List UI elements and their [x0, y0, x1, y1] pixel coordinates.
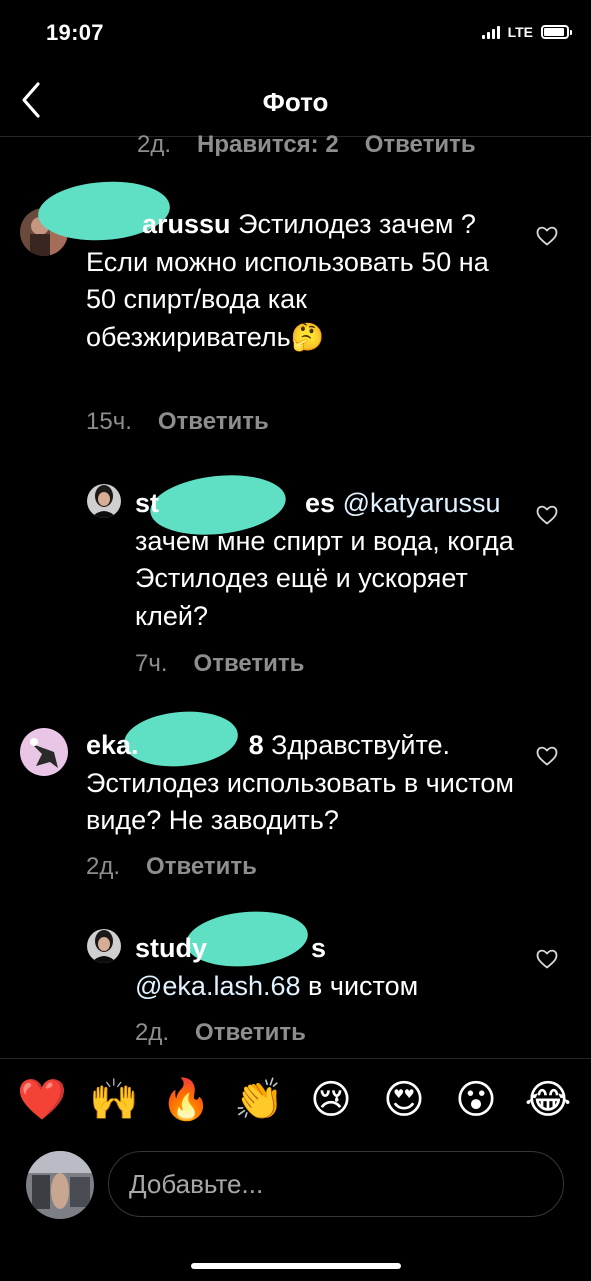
mention-link[interactable]: @katyarussu: [343, 488, 501, 518]
comment-username[interactable]: study: [135, 933, 207, 963]
comment-time: 2д.: [137, 131, 172, 156]
likes-count[interactable]: Нравится: 2: [197, 131, 339, 156]
emoji-clapping-hands[interactable]: 👏: [234, 1075, 284, 1125]
status-bar: 19:07 LTE: [0, 0, 591, 70]
comment-meta: 2д. Ответить: [135, 1019, 306, 1047]
previous-comment-meta: 2д. Нравится: 2 Ответить: [137, 128, 476, 156]
signal-icon: [481, 25, 500, 39]
current-user-avatar: [26, 1151, 94, 1219]
reply-button[interactable]: Ответить: [365, 131, 476, 156]
emoji-raising-hands[interactable]: 🙌: [89, 1075, 139, 1125]
status-indicators: LTE: [481, 24, 572, 40]
comment-text: eka. 8 Здравствуйте. Эстилодез использова…: [86, 727, 516, 840]
page-title: Фото: [262, 87, 329, 117]
comment-meta: 2д. Ответить: [86, 853, 257, 881]
comment-input[interactable]: [108, 1151, 564, 1217]
reply-button[interactable]: Ответить: [146, 853, 257, 880]
avatar[interactable]: [20, 728, 68, 776]
comment-body: Здравствуйте. Эстилодез использовать в ч…: [86, 730, 514, 835]
like-button[interactable]: [535, 744, 559, 768]
battery-icon: [541, 25, 572, 39]
emoji-crying-face[interactable]: 😢: [306, 1075, 356, 1125]
home-indicator: [191, 1263, 401, 1269]
comment-text: arussu Эстилодез зачем ? Если можно испо…: [86, 206, 516, 356]
avatar[interactable]: [87, 929, 121, 963]
avatar[interactable]: [87, 484, 121, 518]
comment-username-end[interactable]: es: [305, 488, 335, 518]
comment-meta: 7ч. Ответить: [135, 650, 304, 678]
comment-username-end[interactable]: 8: [249, 730, 264, 760]
mention-link[interactable]: @eka.lash.68: [135, 971, 301, 1001]
comment-username[interactable]: st: [135, 488, 159, 518]
heart-icon: [536, 226, 558, 246]
comment-body: зачем мне спирт и вода, когда Эстилодез …: [135, 525, 514, 631]
network-type: LTE: [507, 24, 533, 40]
emoji-fire[interactable]: 🔥: [161, 1075, 211, 1125]
reply-button[interactable]: Ответить: [194, 650, 305, 677]
reply-button[interactable]: Ответить: [158, 408, 269, 435]
heart-icon: [536, 949, 558, 969]
quick-reactions: ❤️ 🙌 🔥 👏 😢 😍 😮 😂: [0, 1075, 591, 1131]
comment-meta: 15ч. Ответить: [86, 408, 269, 436]
heart-icon: [536, 746, 558, 766]
emoji-heart-eyes[interactable]: 😍: [379, 1075, 429, 1125]
emoji-surprised-face[interactable]: 😮: [451, 1075, 501, 1125]
comment-time: 2д.: [86, 853, 121, 880]
emoji-heart[interactable]: ❤️: [17, 1075, 67, 1125]
like-button[interactable]: [535, 947, 559, 971]
comment-body: в чистом: [308, 970, 419, 1001]
nav-bar: Фото: [0, 70, 591, 137]
status-time: 19:07: [46, 20, 104, 45]
like-button[interactable]: [535, 224, 559, 248]
comment-composer: ❤️ 🙌 🔥 👏 😢 😍 😮 😂: [0, 1058, 591, 1281]
emoji-tears-of-joy[interactable]: 😂: [523, 1075, 573, 1125]
heart-icon: [536, 505, 558, 525]
comment-time: 7ч.: [135, 650, 168, 677]
comment-time: 15ч.: [86, 408, 132, 435]
comment-username[interactable]: arussu: [142, 209, 231, 239]
reply-button[interactable]: Ответить: [195, 1019, 306, 1046]
comment-username[interactable]: eka.: [86, 730, 139, 760]
like-button[interactable]: [535, 503, 559, 527]
comment-username-end[interactable]: s: [311, 933, 326, 963]
comment-text: st es @katyarussu зачем мне спирт и вода,…: [135, 485, 515, 635]
comment-text: study s @eka.lash.68 в чистом: [135, 930, 515, 1005]
comment-time: 2д.: [135, 1019, 170, 1046]
